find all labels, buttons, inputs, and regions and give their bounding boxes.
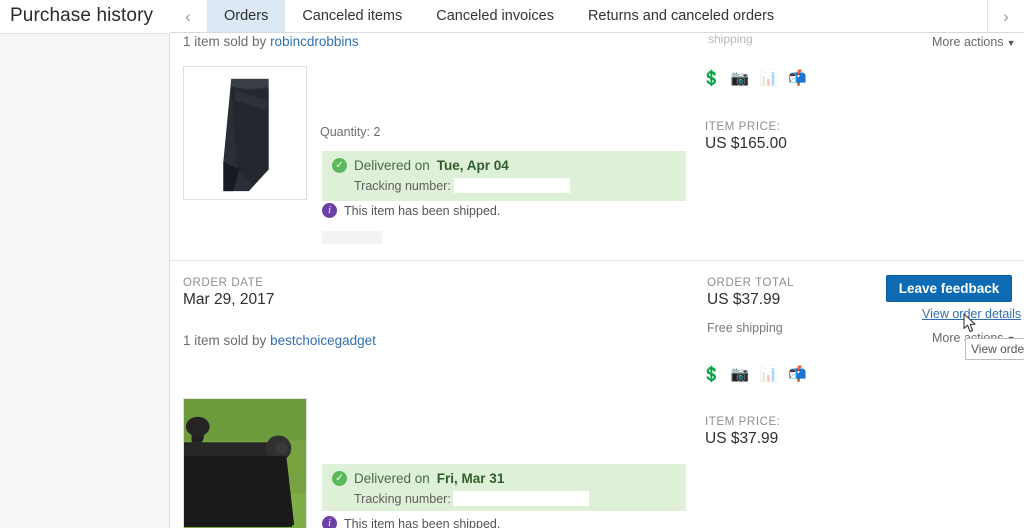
order-1-shipped-note-text: This item has been shipped.	[344, 203, 501, 218]
tab-list: Orders Canceled items Canceled invoices …	[207, 0, 791, 32]
left-rail	[0, 0, 170, 528]
order-1-shipped-note: i This item has been shipped.	[322, 203, 500, 218]
camera-icon[interactable]: 📷	[731, 71, 750, 86]
chevron-right-icon[interactable]: ›	[987, 0, 1024, 32]
order-2-tracking-number-redacted	[452, 491, 589, 506]
order-2-icon-row: 💲 📷 📊 📬	[702, 367, 807, 382]
tab-bar: ‹ Orders Canceled items Canceled invoice…	[170, 0, 1024, 33]
order-2-tracking-label: Tracking number:	[354, 491, 451, 506]
product-image-fabric-roll	[184, 67, 306, 199]
order-2-total-block: ORDER TOTAL US $37.99 Free shipping	[707, 277, 794, 335]
order-2-order-date: Mar 29, 2017	[183, 291, 275, 308]
order-1-sold-by: 1 item sold by robincdrobbins	[183, 34, 359, 49]
order-1-quantity: Quantity: 2	[320, 125, 381, 139]
envelope-icon[interactable]: 📬	[788, 71, 807, 86]
order-1-more-actions[interactable]: More actions ▼	[932, 35, 1015, 49]
order-2-delivered-date: Fri, Mar 31	[436, 471, 505, 486]
chevron-down-icon: ▼	[1006, 38, 1016, 48]
page-title-bar: Purchase history	[0, 0, 170, 34]
order-1-tracking-label: Tracking number:	[354, 178, 451, 193]
tab-canceled-items[interactable]: Canceled items	[285, 0, 419, 32]
order-2-delivered-prefix: Delivered on	[354, 471, 430, 486]
dollar-icon[interactable]: 💲	[702, 367, 721, 382]
order-2-order-total: US $37.99	[707, 291, 781, 308]
order-1-item-price-label: ITEM PRICE:	[705, 121, 781, 133]
order-2-free-shipping: Free shipping	[707, 321, 783, 335]
view-order-details-tooltip: View order d	[965, 338, 1024, 360]
tab-orders[interactable]: Orders	[207, 0, 286, 32]
order-1-delivered-prefix: Delivered on	[354, 158, 430, 173]
order-1-price-block: ITEM PRICE: US $165.00	[705, 121, 787, 153]
order-1-product-thumbnail[interactable]	[183, 66, 307, 200]
order-1-shipping-text: shipping	[708, 33, 753, 46]
order-1-tracking-number-redacted	[453, 178, 570, 193]
tab-returns-label: Returns and canceled orders	[587, 8, 775, 24]
order-1-more-actions-label: More actions	[932, 35, 1004, 49]
page-title: Purchase history	[10, 5, 154, 26]
order-2-item-price: US $37.99	[705, 430, 779, 447]
product-image-landscape-fabric	[184, 399, 306, 528]
order-2-order-date-label: ORDER DATE	[183, 277, 264, 289]
order-2-order-total-label: ORDER TOTAL	[707, 277, 795, 289]
leave-feedback-button[interactable]: Leave feedback	[886, 275, 1012, 302]
camera-icon[interactable]: 📷	[731, 367, 750, 382]
order-2-tracking-line: Tracking number:	[354, 491, 676, 506]
order-2-price-block: ITEM PRICE: US $37.99	[705, 416, 781, 448]
order-2-date-block: ORDER DATE Mar 29, 2017	[183, 277, 274, 309]
order-2-seller-link[interactable]: bestchoicegadget	[270, 333, 376, 348]
order-1-ghost-artifact	[322, 231, 382, 244]
tab-canceled-items-label: Canceled items	[302, 8, 403, 24]
order-2-shipped-note-text: This item has been shipped.	[344, 516, 501, 528]
tab-canceled-invoices[interactable]: Canceled invoices	[419, 0, 571, 32]
dollar-icon[interactable]: 💲	[702, 71, 721, 86]
tab-orders-label: Orders	[224, 8, 269, 24]
order-1-tracking-line: Tracking number:	[354, 178, 676, 193]
tab-canceled-invoices-label: Canceled invoices	[436, 8, 554, 24]
order-1-seller-link[interactable]: robincdrobbins	[270, 34, 359, 49]
order-2-delivery-line: ✓ Delivered on Fri, Mar 31	[332, 471, 676, 486]
order-2-shipped-note: i This item has been shipped.	[322, 516, 500, 528]
tab-returns-and-canceled-orders[interactable]: Returns and canceled orders	[571, 0, 791, 32]
info-circle-icon: i	[322, 516, 337, 528]
chart-icon[interactable]: 📊	[759, 367, 778, 382]
order-2-sold-by: 1 item sold by bestchoicegadget	[183, 333, 376, 348]
order-1-delivery-line: ✓ Delivered on Tue, Apr 04	[332, 158, 676, 173]
check-circle-icon: ✓	[332, 471, 347, 486]
check-circle-icon: ✓	[332, 158, 347, 173]
order-1-sold-by-prefix: 1 item sold by	[183, 34, 267, 49]
order-1-delivery-banner: ✓ Delivered on Tue, Apr 04 Tracking numb…	[322, 151, 686, 201]
order-2-item-price-label: ITEM PRICE:	[705, 416, 781, 428]
order-2-view-order-details-link[interactable]: View order details	[922, 307, 1021, 321]
order-1-icon-row: 💲 📷 📊 📬	[702, 71, 807, 86]
order-2-product-thumbnail[interactable]	[183, 398, 307, 528]
order-1-item-price: US $165.00	[705, 135, 787, 152]
info-circle-icon: i	[322, 203, 337, 218]
chart-icon[interactable]: 📊	[759, 71, 778, 86]
order-2-sold-by-prefix: 1 item sold by	[183, 333, 267, 348]
order-1-delivered-date: Tue, Apr 04	[436, 158, 509, 173]
order-2-delivery-banner: ✓ Delivered on Fri, Mar 31 Tracking numb…	[322, 464, 686, 511]
chevron-left-icon[interactable]: ‹	[170, 0, 206, 32]
purchase-history-page: Purchase history ‹ Orders Canceled items…	[0, 0, 1024, 528]
envelope-icon[interactable]: 📬	[788, 367, 807, 382]
